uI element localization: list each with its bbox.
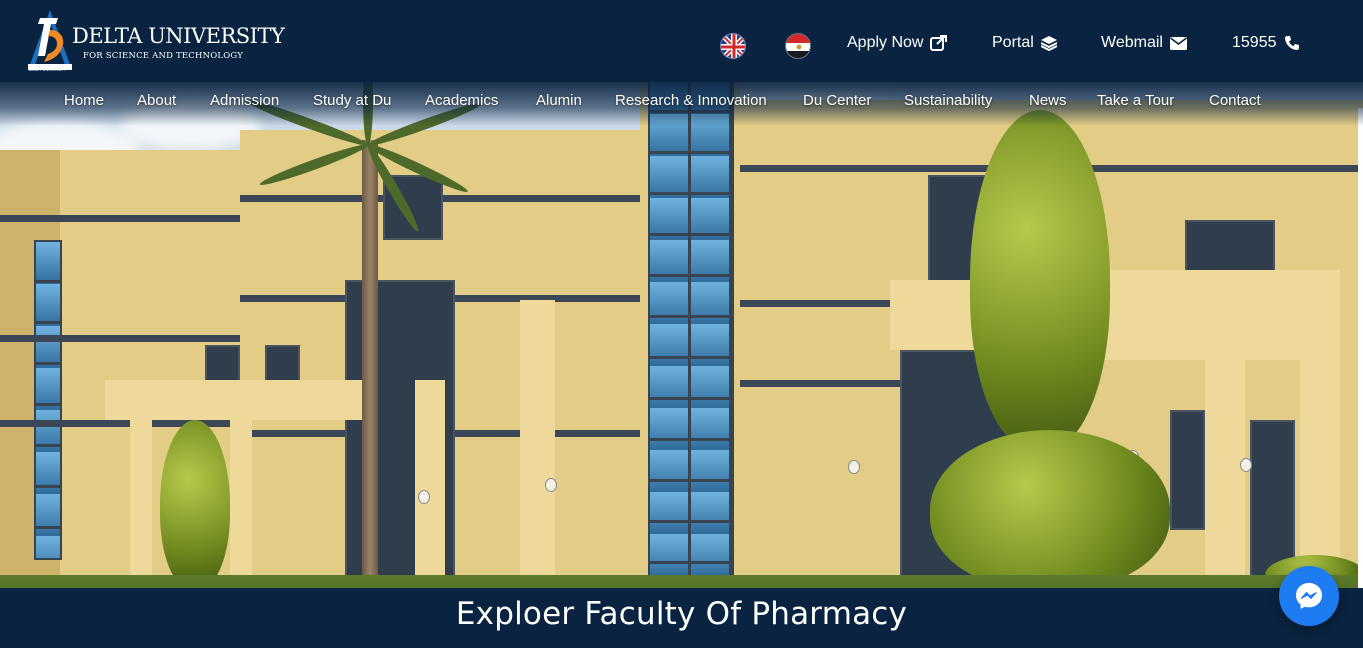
logo-mark-caption: DELTA UNIVERSITY [29, 67, 67, 72]
nav-alumin[interactable]: Alumin [536, 92, 582, 109]
language-arabic-button[interactable] [785, 33, 811, 59]
hotline-link[interactable]: 15955 [1232, 33, 1300, 53]
webmail-label: Webmail [1101, 34, 1163, 51]
nav-study-at-du[interactable]: Study at Du [313, 92, 391, 109]
university-tagline: FOR SCIENCE AND TECHNOLOGY [83, 51, 244, 61]
apply-now-link[interactable]: Apply Now [847, 33, 948, 53]
layers-icon [1040, 36, 1057, 51]
nav-about[interactable]: About [137, 92, 176, 109]
envelope-icon [1169, 36, 1187, 50]
webmail-link[interactable]: Webmail [1101, 33, 1187, 53]
nav-research-innovation[interactable]: Research & Innovation [615, 92, 767, 109]
messenger-icon [1296, 583, 1322, 609]
university-logo[interactable]: DELTA UNIVERSITY DELTA UNIVERSITY FOR SC… [26, 4, 285, 76]
main-navigation: Home About Admission Study at Du Academi… [0, 92, 1363, 112]
nav-admission[interactable]: Admission [210, 92, 279, 109]
nav-take-a-tour[interactable]: Take a Tour [1097, 92, 1174, 109]
nav-contact[interactable]: Contact [1209, 92, 1261, 109]
nav-du-center[interactable]: Du Center [803, 92, 871, 109]
page-edge [1358, 108, 1363, 648]
nav-news[interactable]: News [1029, 92, 1067, 109]
nav-home[interactable]: Home [64, 92, 104, 109]
university-name: DELTA UNIVERSITY [72, 24, 285, 48]
phone-icon [1284, 36, 1299, 50]
messenger-chat-button[interactable] [1279, 566, 1339, 626]
nav-sustainability[interactable]: Sustainability [904, 92, 992, 109]
portal-link[interactable]: Portal [992, 33, 1057, 53]
portal-label: Portal [992, 34, 1034, 51]
language-english-button[interactable] [720, 33, 746, 59]
delta-logo-icon [28, 10, 72, 70]
nav-academics[interactable]: Academics [425, 92, 498, 109]
hotline-number: 15955 [1232, 34, 1277, 51]
apply-now-label: Apply Now [847, 34, 924, 51]
external-link-icon [930, 35, 948, 51]
hero-caption: Exploer Faculty Of Pharmacy [455, 596, 908, 632]
